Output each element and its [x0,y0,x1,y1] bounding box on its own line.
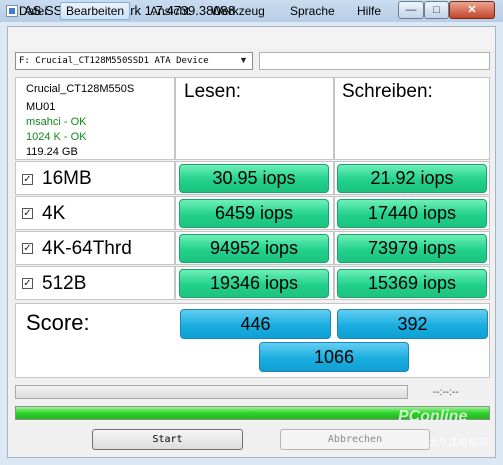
row-cell [15,266,175,300]
cancel-button[interactable]: Abbrechen [280,429,430,450]
write-512b-result: 15369 iops [337,269,487,298]
test-512b-label: 512B [42,273,87,294]
write-4k64-result: 73979 iops [337,234,487,263]
watermark-logo: PConline [398,408,468,425]
alignment-status: 1024 K - OK [26,131,87,143]
test-512b-checkbox[interactable]: ✓ [22,278,33,289]
elapsed-time: --:--:-- [433,387,459,398]
test-16mb-label: 16MB [42,168,92,189]
test-4k-label: 4K [42,203,66,224]
menu-bearbeiten[interactable]: Bearbeiten [60,2,131,20]
read-512b-result: 19346 iops [179,269,329,298]
test-4k64-checkbox[interactable]: ✓ [22,243,33,254]
row-cell [15,196,175,230]
write-heading: Schreiben: [342,81,433,102]
menu-werkzeug[interactable]: Werkzeug [206,3,270,19]
drive-size: 119.24 GB [26,146,78,158]
start-button[interactable]: Start [92,429,243,450]
row-cell [15,161,175,195]
chevron-down-icon[interactable]: ▼ [239,55,248,65]
test-4k-checkbox[interactable]: ✓ [22,208,33,219]
menu-datei[interactable]: Datei [14,3,52,19]
read-heading: Lesen: [184,81,242,102]
drive-select[interactable]: F: Crucial_CT128M550SSD1 ATA Device [15,52,253,70]
menu-bar [8,27,495,49]
read-4k-result: 6459 iops [179,199,329,228]
maximize-button[interactable]: □ [424,1,449,19]
info-input[interactable] [259,52,490,70]
read-4k64-result: 94952 iops [179,234,329,263]
minimize-button[interactable]: — [398,1,424,19]
write-4k-result: 17440 iops [337,199,487,228]
test-16mb-checkbox[interactable]: ✓ [22,174,33,185]
close-button[interactable]: ✕ [449,1,495,19]
read-score: 446 [180,309,331,339]
test-4k64-label: 4K-64Thrd [42,238,132,259]
menu-hilfe[interactable]: Hilfe [352,3,386,19]
total-score: 1066 [259,342,409,372]
write-16mb-result: 21.92 iops [337,164,487,193]
read-16mb-result: 30.95 iops [179,164,329,193]
write-score: 392 [337,309,488,339]
driver-status: msahci - OK [26,116,87,128]
test-progress-bar [15,385,408,399]
score-label: Score: [26,310,90,335]
drive-model: Crucial_CT128M550S [26,83,135,95]
menu-sprache[interactable]: Sprache [285,3,340,19]
drive-firmware: MU01 [26,101,56,113]
watermark-subtitle: 太平洋电脑网 [428,438,488,449]
menu-ansicht[interactable]: Ansicht [145,3,194,19]
